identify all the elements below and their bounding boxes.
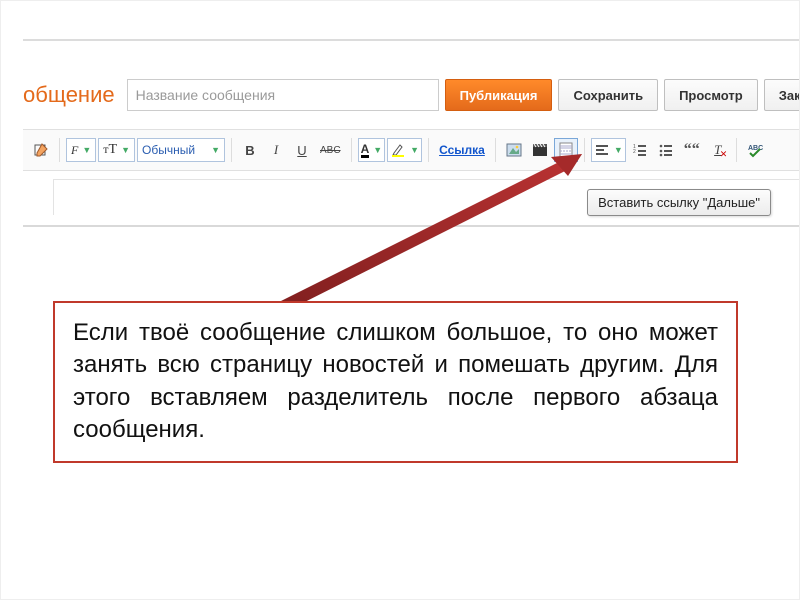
insert-link-button[interactable]: Ссылка: [435, 138, 489, 162]
font-size-dropdown[interactable]: тT ▼: [98, 138, 135, 162]
post-title-input[interactable]: [127, 79, 439, 111]
editor-toolbar: F ▼ тT ▼ Обычный ▼ B I U ABC A ▼ ▼ Ссылк…: [23, 129, 799, 171]
blockquote-button[interactable]: ““: [680, 138, 704, 162]
ordered-list-icon: 12: [632, 142, 648, 158]
insert-video-button[interactable]: [528, 138, 552, 162]
spellcheck-button[interactable]: ABC: [743, 138, 767, 162]
save-button[interactable]: Сохранить: [558, 79, 658, 111]
highlight-color-dropdown[interactable]: ▼: [387, 138, 422, 162]
annotation-text: Если твоё сообщение слишком большое, то …: [53, 301, 738, 463]
spellcheck-icon: ABC: [747, 142, 763, 158]
insert-readmore-button[interactable]: [554, 138, 578, 162]
close-button[interactable]: Закр: [764, 79, 800, 111]
page-title: общение: [23, 82, 115, 108]
bold-button[interactable]: B: [238, 138, 262, 162]
header-row: общение Публикация Сохранить Просмотр За…: [23, 75, 799, 115]
publish-button[interactable]: Публикация: [445, 79, 553, 111]
alignment-dropdown[interactable]: ▼: [591, 138, 626, 162]
numbered-list-button[interactable]: 12: [628, 138, 652, 162]
italic-button[interactable]: I: [264, 138, 288, 162]
font-family-dropdown[interactable]: F ▼: [66, 138, 96, 162]
strikethrough-button[interactable]: ABC: [316, 138, 345, 162]
underline-button[interactable]: U: [290, 138, 314, 162]
unordered-list-icon: [658, 142, 674, 158]
svg-text:ABC: ABC: [748, 145, 763, 152]
clapper-icon: [532, 142, 548, 158]
readmore-tooltip: Вставить ссылку "Дальше": [587, 189, 771, 216]
remove-format-button[interactable]: T✕: [706, 138, 730, 162]
preview-button[interactable]: Просмотр: [664, 79, 758, 111]
image-icon: [506, 142, 522, 158]
page-break-icon: [558, 142, 574, 158]
text-color-dropdown[interactable]: A ▼: [358, 138, 386, 162]
align-left-icon: [594, 142, 610, 158]
svg-text:2: 2: [633, 149, 636, 155]
paragraph-format-dropdown[interactable]: Обычный ▼: [137, 138, 225, 162]
compose-icon[interactable]: [29, 138, 53, 162]
bullet-list-button[interactable]: [654, 138, 678, 162]
insert-image-button[interactable]: [502, 138, 526, 162]
marker-icon: [390, 142, 406, 158]
